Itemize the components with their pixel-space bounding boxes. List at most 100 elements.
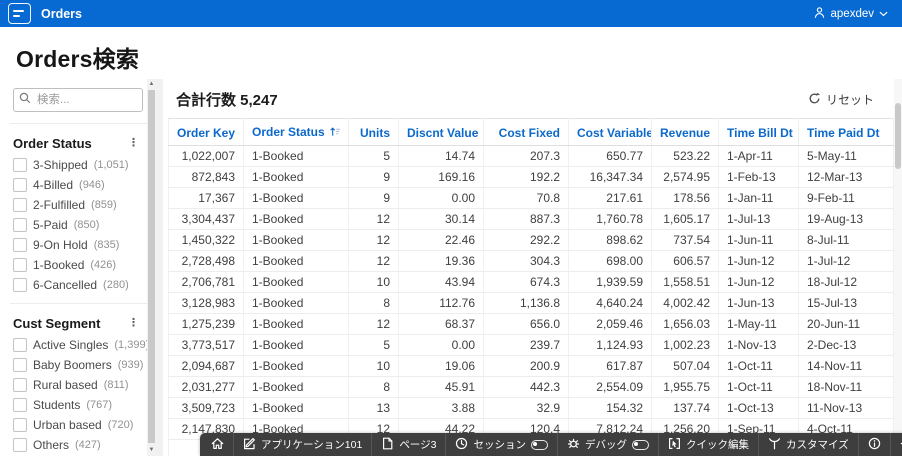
devtoolbar-item-bug[interactable]: デバッグ (557, 433, 658, 456)
reset-label: リセット (826, 91, 874, 108)
cell-order_key: 3,773,517 (169, 335, 244, 356)
window-scrollbar[interactable] (894, 79, 902, 456)
cell-units: 8 (349, 377, 399, 398)
divider (10, 123, 147, 124)
facet-option-label: 1-Booked (33, 258, 84, 272)
column-header-time_bill_dt[interactable]: Time Bill Dt (719, 119, 799, 146)
facet-option[interactable]: 5-Paid(850) (13, 218, 143, 232)
cell-revenue: 1,558.51 (652, 272, 719, 293)
column-header-time_paid_dt[interactable]: Time Paid Dt (799, 119, 894, 146)
facet-option[interactable]: 6-Cancelled(280) (13, 278, 143, 292)
column-header-revenue[interactable]: Revenue (652, 119, 719, 146)
scrollbar-thumb[interactable] (895, 103, 901, 169)
facet-option[interactable]: 2-Fulfilled(859) (13, 198, 143, 212)
cell-units: 12 (349, 209, 399, 230)
column-header-discnt_value[interactable]: Discnt Value (399, 119, 484, 146)
facet-option[interactable]: Others(427) (13, 438, 143, 452)
search-input[interactable] (35, 93, 137, 107)
table-row: 2,031,2771-Booked845.91442.32,554.091,95… (169, 377, 894, 398)
facet-option-count: (426) (90, 259, 116, 271)
facet-option-label: 6-Cancelled (33, 278, 97, 292)
cell-units: 5 (349, 335, 399, 356)
column-header-cost_variable[interactable]: Cost Variable (569, 119, 652, 146)
column-header-units[interactable]: Units (349, 119, 399, 146)
column-header-order_key[interactable]: Order Key (169, 119, 244, 146)
cell-discnt_value: 68.37 (399, 314, 484, 335)
checkbox[interactable] (13, 178, 27, 192)
table-row: 17,3671-Booked90.0070.8217.61178.561-Jan… (169, 188, 894, 209)
page-icon (381, 437, 394, 453)
scrollbar-thumb[interactable] (148, 90, 155, 443)
checkbox[interactable] (13, 158, 27, 172)
cell-discnt_value: 19.36 (399, 251, 484, 272)
toggle-icon[interactable] (531, 440, 548, 450)
checkbox[interactable] (13, 338, 27, 352)
cell-time_paid_dt: 18-Jul-12 (799, 272, 894, 293)
facet-option[interactable]: Baby Boomers(939) (13, 358, 143, 372)
facet-option[interactable]: 3-Shipped(1,051) (13, 158, 143, 172)
cell-cost_variable: 2,059.46 (569, 314, 652, 335)
facet-option-count: (835) (94, 239, 120, 251)
devtoolbar-item-quick-edit[interactable]: クイック編集 (658, 433, 758, 456)
column-header-label: Discnt Value (407, 126, 478, 140)
facet-option[interactable]: Urban based(720) (13, 418, 143, 432)
facet-option[interactable]: 1-Booked (426) (13, 258, 143, 272)
table-row: 3,509,7231-Booked133.8832.9154.32137.741… (169, 398, 894, 419)
cell-time_bill_dt: 1-Feb-13 (719, 167, 799, 188)
cell-time_bill_dt: 1-Oct-13 (719, 398, 799, 419)
checkbox[interactable] (13, 438, 27, 452)
quick-edit-icon (668, 437, 681, 453)
devtoolbar-item-clock[interactable]: セッション (445, 433, 557, 456)
facet-group: Cust Segment ⋮ Active Singles(1,399) Baby B… (13, 316, 143, 456)
facet-option-count: (946) (79, 179, 105, 191)
devtoolbar-item-page[interactable]: ページ3 (371, 433, 445, 456)
devtoolbar-item-gear[interactable] (890, 433, 902, 456)
cell-order_status: 1-Booked (244, 230, 349, 251)
user-menu[interactable]: apexdev (813, 6, 888, 22)
cell-time_paid_dt: 12-Mar-13 (799, 167, 894, 188)
checkbox[interactable] (13, 218, 27, 232)
facet-option[interactable]: Rural based(811) (13, 378, 143, 392)
sidebar-scrollbar[interactable]: ▲ ▼ (147, 79, 156, 456)
facet-option[interactable]: Active Singles(1,399) (13, 338, 143, 352)
hamburger-icon (13, 10, 30, 17)
facet-title: Cust Segment (13, 316, 100, 331)
checkbox[interactable] (13, 378, 27, 392)
cell-time_paid_dt: 14-Nov-11 (799, 356, 894, 377)
checkbox[interactable] (13, 258, 27, 272)
checkbox[interactable] (13, 198, 27, 212)
column-header-order_status[interactable]: Order Status (244, 119, 349, 146)
nav-menu-button[interactable] (8, 3, 31, 24)
table-row: 3,128,9831-Booked8112.761,136.84,640.244… (169, 293, 894, 314)
facet-option[interactable]: Students(767) (13, 398, 143, 412)
divider (10, 303, 147, 304)
checkbox[interactable] (13, 278, 27, 292)
column-header-cost_fixed[interactable]: Cost Fixed (484, 119, 569, 146)
devtoolbar-item-info[interactable] (858, 433, 890, 456)
devtoolbar-item-home[interactable] (202, 433, 233, 456)
toggle-icon[interactable] (632, 440, 649, 450)
scroll-down-arrow[interactable]: ▼ (147, 445, 156, 455)
cell-cost_variable: 898.62 (569, 230, 652, 251)
facet-option-label: 5-Paid (33, 218, 68, 232)
cell-cost_variable: 1,760.78 (569, 209, 652, 230)
checkbox[interactable] (13, 418, 27, 432)
checkbox[interactable] (13, 238, 27, 252)
cell-cost_fixed: 192.2 (484, 167, 569, 188)
facet-menu-icon[interactable]: ⋮ (125, 137, 143, 150)
cell-cost_variable: 650.77 (569, 146, 652, 167)
reset-button[interactable]: リセット (802, 90, 880, 109)
scroll-up-arrow[interactable]: ▲ (147, 79, 156, 89)
checkbox[interactable] (13, 358, 27, 372)
facet-option[interactable]: 9-On Hold(835) (13, 238, 143, 252)
cell-order_status: 1-Booked (244, 293, 349, 314)
cell-revenue: 1,656.03 (652, 314, 719, 335)
cell-time_paid_dt: 18-Nov-11 (799, 377, 894, 398)
devtoolbar-item-edit[interactable]: アプリケーション101 (233, 433, 371, 456)
cell-time_paid_dt: 8-Jul-11 (799, 230, 894, 251)
devtoolbar-item-customize[interactable]: カスタマイズ (758, 433, 858, 456)
facet-menu-icon[interactable]: ⋮ (125, 317, 143, 330)
checkbox[interactable] (13, 398, 27, 412)
cell-cost_fixed: 674.3 (484, 272, 569, 293)
facet-option[interactable]: 4-Billed(946) (13, 178, 143, 192)
